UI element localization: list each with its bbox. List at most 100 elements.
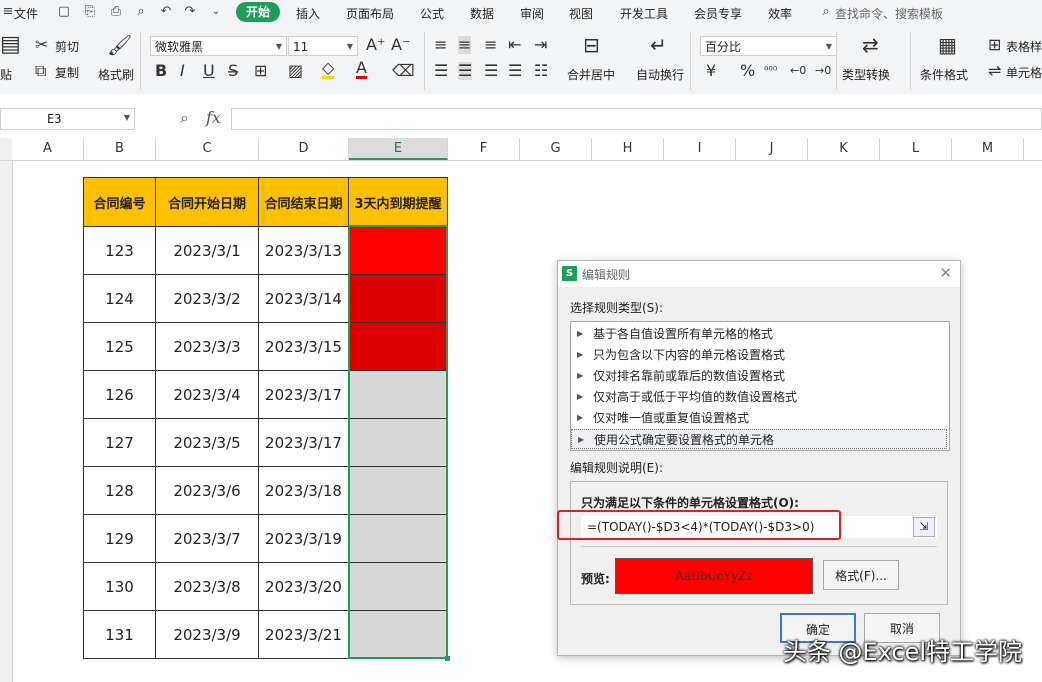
- number-format-select[interactable]: 百分比 ▼: [700, 36, 837, 56]
- tab-page-layout[interactable]: 页面布局: [346, 5, 394, 22]
- undo-icon[interactable]: ↶: [158, 4, 174, 20]
- col-header-a[interactable]: A: [12, 138, 84, 160]
- tab-efficiency[interactable]: 效率: [768, 5, 792, 22]
- cell-expiry-reminder[interactable]: [348, 514, 448, 563]
- currency-icon[interactable]: ¥: [706, 62, 716, 80]
- col-header-f[interactable]: F: [448, 138, 520, 160]
- align-left-icon[interactable]: ☰: [434, 62, 448, 80]
- cell-contract-id[interactable]: 127: [83, 418, 156, 467]
- cell-expiry-reminder[interactable]: [348, 226, 448, 275]
- cell-contract-id[interactable]: 128: [83, 466, 156, 515]
- menu-file[interactable]: 文件: [14, 5, 38, 22]
- tab-data[interactable]: 数据: [470, 5, 494, 22]
- cell-start-date[interactable]: 2023/3/3: [155, 322, 259, 371]
- col-header-g[interactable]: G: [520, 138, 592, 160]
- merge-center-button[interactable]: 合并居中: [567, 66, 615, 83]
- type-convert-icon[interactable]: ⇄: [862, 35, 879, 55]
- col-header-n[interactable]: [1024, 138, 1042, 160]
- print-icon[interactable]: ⎙: [108, 4, 124, 20]
- zoom-icon[interactable]: ⌕: [180, 108, 189, 128]
- cell-end-date[interactable]: 2023/3/15: [258, 322, 349, 371]
- merge-center-icon[interactable]: ⊟: [583, 35, 600, 55]
- cell-start-date[interactable]: 2023/3/1: [155, 226, 259, 275]
- export-pdf-icon[interactable]: ⎘: [82, 4, 98, 20]
- dialog-titlebar[interactable]: S 编辑规则 ✕: [558, 261, 960, 287]
- tab-review[interactable]: 审阅: [520, 5, 544, 22]
- cell-start-date[interactable]: 2023/3/6: [155, 466, 259, 515]
- row-header-strip[interactable]: [0, 138, 13, 682]
- fill-handle[interactable]: [445, 656, 450, 661]
- col-header-k[interactable]: K: [808, 138, 880, 160]
- cell-expiry-reminder[interactable]: [348, 370, 448, 419]
- list-item[interactable]: ▶ 仅对高于或低于平均值的数值设置格式: [571, 387, 947, 407]
- cell-contract-id[interactable]: 131: [83, 610, 156, 659]
- rule-type-list[interactable]: ▶ 基于各自值设置所有单元格的格式 ▶ 只为包含以下内容的单元格设置格式 ▶ 仅对排名…: [570, 321, 950, 451]
- italic-icon[interactable]: I: [180, 62, 185, 80]
- cell-expiry-reminder[interactable]: [348, 274, 448, 323]
- cell-start-date[interactable]: 2023/3/2: [155, 274, 259, 323]
- cell-contract-id[interactable]: 130: [83, 562, 156, 611]
- chevron-down-icon[interactable]: ⌄: [208, 4, 224, 20]
- percent-icon[interactable]: %: [740, 62, 755, 80]
- format-button[interactable]: 格式(F)...: [823, 560, 899, 590]
- strikethrough-icon[interactable]: S̶: [228, 62, 238, 80]
- align-right-icon[interactable]: ☰: [484, 62, 498, 80]
- header-contract-id[interactable]: 合同编号: [83, 177, 156, 227]
- fill-color-icon[interactable]: ◇: [322, 60, 335, 79]
- cell-start-date[interactable]: 2023/3/4: [155, 370, 259, 419]
- indent-decrease-icon[interactable]: ⇤: [508, 36, 521, 54]
- cell-end-date[interactable]: 2023/3/18: [258, 466, 349, 515]
- cell-contract-id[interactable]: 126: [83, 370, 156, 419]
- underline-icon[interactable]: U: [203, 62, 215, 80]
- cell-style-button[interactable]: 单元格: [1006, 64, 1042, 81]
- copy-button[interactable]: 复制: [55, 64, 79, 81]
- redo-icon[interactable]: ↷: [182, 4, 198, 20]
- cell-start-date[interactable]: 2023/3/9: [155, 610, 259, 659]
- cell-expiry-reminder[interactable]: [348, 610, 448, 659]
- tab-member[interactable]: 会员专享: [694, 5, 742, 22]
- scissors-icon[interactable]: ✂: [35, 36, 48, 54]
- cell-end-date[interactable]: 2023/3/20: [258, 562, 349, 611]
- tab-view[interactable]: 视图: [569, 5, 593, 22]
- header-expiry-reminder[interactable]: 3天内到期提醒: [348, 177, 448, 227]
- tab-insert[interactable]: 插入: [296, 5, 320, 22]
- border-icon[interactable]: ⊞: [254, 62, 267, 80]
- cell-end-date[interactable]: 2023/3/21: [258, 610, 349, 659]
- print-preview-icon[interactable]: ⌕: [133, 4, 149, 20]
- font-size-select[interactable]: 11 ▼: [288, 36, 358, 56]
- cut-button[interactable]: 剪切: [55, 38, 79, 55]
- cell-contract-id[interactable]: 129: [83, 514, 156, 563]
- distributed-icon[interactable]: ☷: [534, 62, 548, 80]
- range-picker-icon[interactable]: ⇲: [913, 517, 935, 537]
- bold-icon[interactable]: B: [155, 62, 167, 80]
- formula-input[interactable]: [231, 108, 1042, 130]
- cell-contract-id[interactable]: 124: [83, 274, 156, 323]
- close-icon[interactable]: ✕: [939, 264, 952, 282]
- fx-icon[interactable]: fx: [206, 108, 221, 127]
- tab-formulas[interactable]: 公式: [420, 5, 444, 22]
- list-item[interactable]: ▶ 只为包含以下内容的单元格设置格式: [571, 345, 947, 365]
- command-search[interactable]: 查找命令、搜索模板: [835, 5, 943, 22]
- save-icon[interactable]: ▢: [56, 4, 72, 20]
- table-style-icon[interactable]: ⊞: [988, 36, 1001, 54]
- align-middle-icon[interactable]: ≡: [458, 36, 472, 54]
- cell-end-date[interactable]: 2023/3/14: [258, 274, 349, 323]
- name-box[interactable]: E3 ▼: [0, 108, 135, 130]
- wrap-text-button[interactable]: 自动换行: [636, 66, 684, 83]
- list-item[interactable]: ▶ 仅对唯一值或重复值设置格式: [571, 408, 947, 428]
- header-end-date[interactable]: 合同结束日期: [258, 177, 349, 227]
- type-convert-button[interactable]: 类型转换: [842, 66, 890, 83]
- cell-end-date[interactable]: 2023/3/17: [258, 370, 349, 419]
- fill-pattern-icon[interactable]: ▨: [288, 62, 303, 80]
- col-header-c[interactable]: C: [156, 138, 259, 160]
- list-item-selected[interactable]: ▶ 使用公式确定要设置格式的单元格: [571, 429, 947, 449]
- cell-start-date[interactable]: 2023/3/8: [155, 562, 259, 611]
- cond-format-icon[interactable]: ▦: [938, 35, 957, 55]
- list-item[interactable]: ▶ 基于各自值设置所有单元格的格式: [571, 324, 947, 344]
- col-header-m[interactable]: M: [952, 138, 1024, 160]
- justify-icon[interactable]: ☰: [508, 62, 522, 80]
- format-painter-icon[interactable]: 🖌: [107, 35, 132, 55]
- cell-expiry-reminder[interactable]: [348, 466, 448, 515]
- font-shrink-icon[interactable]: A⁻: [391, 36, 410, 54]
- cell-expiry-reminder[interactable]: [348, 322, 448, 371]
